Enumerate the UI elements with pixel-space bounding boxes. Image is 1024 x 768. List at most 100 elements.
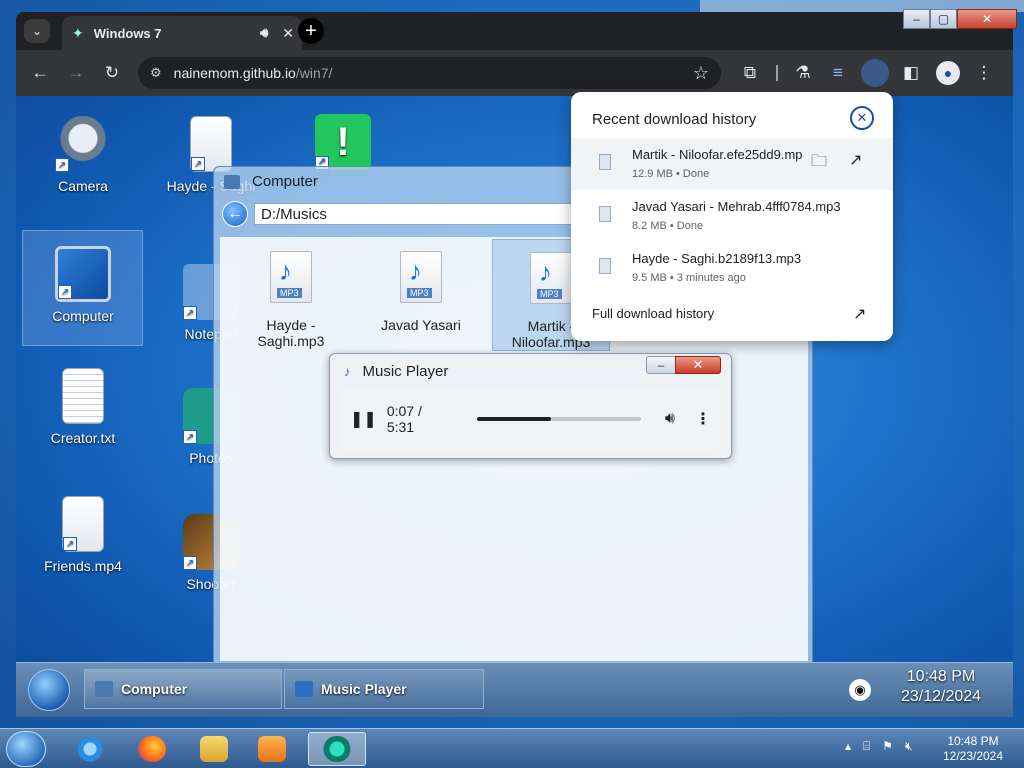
computer-icon (95, 681, 113, 697)
full-download-history-link[interactable]: Full download history (592, 306, 714, 321)
shortcut-arrow-icon: ↗ (183, 306, 197, 320)
desktop-icon-camera[interactable]: ↗ Camera (28, 116, 138, 194)
download-meta: 8.2 MB • Done (632, 220, 704, 232)
mp3-file-icon: ♪ MP3 (530, 252, 572, 304)
action-center-flag-icon[interactable]: ⚑ (882, 739, 893, 754)
file-icon (599, 154, 611, 170)
profile-avatar-icon[interactable]: ● (936, 61, 960, 85)
new-tab-button[interactable]: + (298, 18, 324, 44)
toolbar-separator (776, 65, 778, 81)
taskbar-item-music-player[interactable]: Music Player (284, 669, 484, 709)
download-meta: 9.5 MB • 3 minutes ago (632, 272, 746, 284)
tab-audio-icon[interactable]: 🔊︎ (260, 25, 268, 41)
player-time: 0:07 / 5:31 (386, 403, 422, 435)
address-bar[interactable]: ⚙ nainemom.github.io/win7/ ☆ (138, 57, 721, 89)
mp3-file-icon: ♪ MP3 (270, 251, 312, 303)
download-name: Hayde - Saghi.b2189f13.mp3 (632, 251, 802, 266)
shortcut-arrow-icon: ↗ (55, 158, 69, 172)
audio-controls: ❚❚ 0:07 / 5:31 🔊︎ ⋮ (340, 388, 721, 450)
download-name: Martik - Niloofar.efe25dd9.mp3 (632, 147, 802, 162)
volume-icon[interactable]: 🔊︎ (665, 410, 675, 428)
host-minimize-button[interactable]: – (903, 9, 930, 29)
bookmark-star-icon[interactable]: ☆ (693, 63, 709, 84)
music-note-icon (295, 681, 313, 697)
tab-strip: ⌄ ✦ Windows 7 🔊︎ ✕ + (16, 12, 1013, 50)
side-panel-icon[interactable]: ◧ (899, 61, 923, 85)
site-settings-icon[interactable]: ⚙ (150, 65, 162, 81)
url-path: /win7/ (295, 65, 333, 81)
pinned-active-app[interactable] (308, 732, 366, 766)
host-maximize-button[interactable]: ▢ (930, 9, 957, 29)
media-queue-icon[interactable]: ≡ (826, 61, 850, 85)
computer-icon: ↗ (55, 246, 111, 302)
music-player-window[interactable]: ♪ Music Player – ✕ ❚❚ 0:07 / 5:31 🔊︎ ⋮ (329, 353, 732, 459)
shortcut-arrow-icon: ↗ (63, 537, 77, 551)
desktop-icon-creator-txt[interactable]: Creator.txt (28, 368, 138, 446)
menu-kebab-icon[interactable]: ⋮ (972, 61, 996, 85)
host-clock-date: 12/23/2024 (942, 749, 1004, 763)
open-external-icon[interactable]: ↗ (849, 150, 862, 170)
more-options-icon[interactable]: ⋮ (695, 409, 711, 429)
reload-icon[interactable]: ↻ (100, 61, 124, 85)
extensions-icon[interactable]: ⧉ (738, 61, 762, 85)
taskbar-item-computer[interactable]: Computer (84, 669, 282, 709)
pause-icon[interactable]: ❚❚ (350, 409, 377, 429)
feedback-exclamation-icon: ! ↗ (315, 114, 371, 170)
inner-clock-time: 10:48 PM (906, 668, 976, 685)
explorer-title: Computer (252, 173, 318, 190)
network-icon[interactable]: ⌸ (863, 739, 870, 754)
download-item[interactable]: Martik - Niloofar.efe25dd9.mp3 12.9 MB •… (571, 138, 893, 190)
firefox-icon (138, 736, 166, 762)
pinned-media-player[interactable] (248, 732, 296, 766)
desktop-icon-label: Camera (58, 178, 108, 194)
host-start-button[interactable] (6, 731, 46, 767)
taskbar-item-label: Computer (121, 681, 188, 697)
back-arrow-icon[interactable]: ← (28, 61, 52, 85)
close-download-panel-icon[interactable]: ✕ (850, 106, 874, 130)
host-close-button[interactable]: ✕ (957, 9, 1017, 29)
open-external-icon[interactable]: ↗ (853, 304, 866, 324)
inner-start-button[interactable] (28, 669, 70, 711)
download-name: Javad Yasari - Mehrab.4fff0784.mp3 (632, 199, 841, 214)
host-clock-time: 10:48 PM (947, 734, 999, 748)
pinned-file-explorer[interactable] (190, 732, 238, 766)
labs-flask-icon[interactable]: ⚗ (791, 61, 815, 85)
tab-search-button[interactable]: ⌄ (24, 19, 50, 43)
desktop-icon-friends-mp4[interactable]: ↗ Friends.mp4 (28, 496, 138, 574)
github-icon[interactable]: ◉ (849, 679, 871, 701)
video-file-icon: ↗ (62, 496, 104, 552)
pinned-internet-explorer[interactable] (66, 732, 114, 766)
download-item[interactable]: Javad Yasari - Mehrab.4fff0784.mp3 8.2 M… (571, 190, 893, 242)
music-note-icon: ♪ (344, 364, 351, 379)
player-title: Music Player (362, 363, 449, 380)
file-icon (599, 258, 611, 274)
tab-close-icon[interactable]: ✕ (282, 25, 294, 42)
file-item[interactable]: ♪ MP3 Hayde - Saghi.mp3 (232, 251, 350, 349)
media-player-icon (258, 736, 286, 762)
shortcut-arrow-icon: ↗ (191, 157, 205, 171)
pinned-firefox[interactable] (128, 732, 176, 766)
computer-icon (224, 174, 240, 189)
back-button[interactable]: ← (222, 201, 248, 227)
player-close-button[interactable]: ✕ (675, 356, 721, 374)
seek-slider[interactable] (476, 417, 641, 421)
volume-muted-icon[interactable]: 🔇︎ (905, 739, 913, 754)
tab-favicon-icon: ✦ (72, 24, 84, 41)
desktop-icon-computer[interactable]: ↗ Computer (28, 246, 138, 324)
player-minimize-button[interactable]: – (646, 356, 676, 374)
explorer-title-bar: Computer (224, 173, 318, 190)
shortcut-arrow-icon: ↗ (183, 556, 197, 570)
forward-arrow-icon[interactable]: → (64, 61, 88, 85)
tab-windows7[interactable]: ✦ Windows 7 🔊︎ ✕ (62, 16, 302, 50)
seek-progress (476, 417, 551, 421)
folder-icon[interactable]: 🗀 (811, 150, 827, 177)
mp3-file-icon: ♪ MP3 (400, 251, 442, 303)
text-file-icon (62, 368, 104, 424)
host-clock[interactable]: 10:48 PM 12/23/2024 (932, 734, 1014, 764)
downloads-button[interactable] (861, 59, 889, 87)
download-item[interactable]: Hayde - Saghi.b2189f13.mp3 9.5 MB • 3 mi… (571, 242, 893, 294)
download-meta: 12.9 MB • Done (632, 168, 710, 180)
show-hidden-icons-icon[interactable]: ▴ (845, 739, 851, 754)
file-item[interactable]: ♪ MP3 Javad Yasari (362, 251, 480, 333)
camera-icon: ↗ (55, 116, 111, 172)
